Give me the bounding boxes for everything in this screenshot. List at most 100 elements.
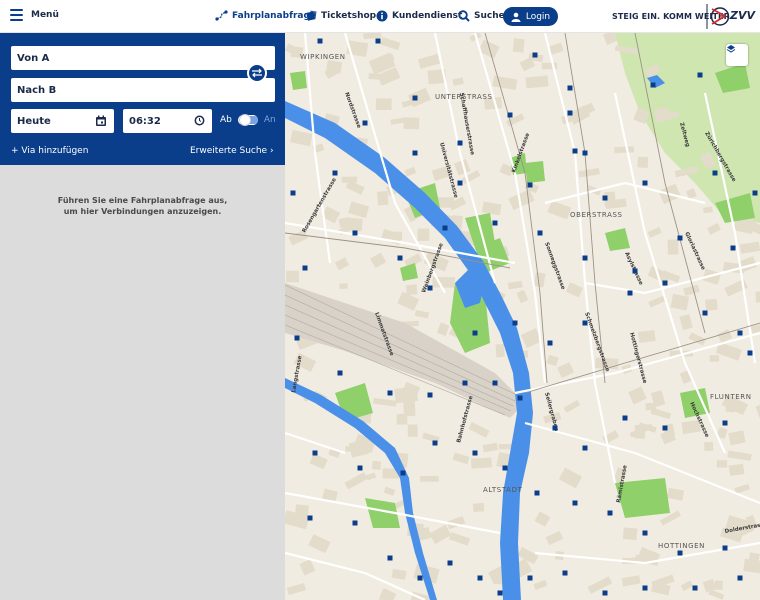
stop-marker[interactable] — [547, 340, 553, 346]
stop-marker[interactable] — [622, 415, 628, 421]
stop-marker[interactable] — [752, 190, 758, 196]
stop-marker[interactable] — [747, 350, 753, 356]
stop-marker[interactable] — [302, 265, 308, 271]
advanced-search-link[interactable]: Erweiterte Suche › — [190, 146, 274, 156]
login-button[interactable]: Login — [503, 7, 558, 26]
stop-marker[interactable] — [677, 235, 683, 241]
building-block — [417, 228, 430, 241]
stop-marker[interactable] — [582, 255, 588, 261]
map-view[interactable]: Rosengartenstrasse Nordstrasse Schaffhause… — [285, 33, 760, 600]
menu-button[interactable]: Menü — [10, 9, 59, 21]
stop-marker[interactable] — [534, 490, 540, 496]
stop-marker[interactable] — [427, 392, 433, 398]
to-field[interactable]: Nach B — [11, 78, 275, 102]
date-field[interactable]: Heute — [11, 109, 114, 133]
stop-marker[interactable] — [692, 585, 698, 591]
stop-marker[interactable] — [387, 390, 393, 396]
stop-marker[interactable] — [632, 268, 638, 274]
stop-marker[interactable] — [307, 515, 313, 521]
stop-marker[interactable] — [582, 445, 588, 451]
nav-suche[interactable]: Suche — [458, 10, 505, 22]
stop-marker[interactable] — [412, 150, 418, 156]
nav-fahrplanabfrage[interactable]: Fahrplanabfrage — [215, 10, 316, 21]
stop-marker[interactable] — [527, 575, 533, 581]
stop-marker[interactable] — [627, 290, 633, 296]
stop-marker[interactable] — [375, 38, 381, 44]
stop-marker[interactable] — [472, 450, 478, 456]
stop-marker[interactable] — [447, 560, 453, 566]
stop-marker[interactable] — [512, 320, 518, 326]
stop-marker[interactable] — [507, 112, 513, 118]
stop-marker[interactable] — [492, 220, 498, 226]
stop-marker[interactable] — [602, 195, 608, 201]
stop-marker[interactable] — [572, 148, 578, 154]
stop-marker[interactable] — [532, 52, 538, 58]
nav-kundendienst[interactable]: Kundendienst — [376, 10, 462, 22]
building-block — [377, 191, 389, 206]
stop-marker[interactable] — [432, 440, 438, 446]
stop-marker[interactable] — [527, 182, 533, 188]
mode-toggle[interactable] — [237, 114, 258, 126]
stop-marker[interactable] — [642, 530, 648, 536]
stop-marker[interactable] — [537, 230, 543, 236]
stop-marker[interactable] — [722, 545, 728, 551]
stop-marker[interactable] — [294, 335, 300, 341]
stop-marker[interactable] — [337, 370, 343, 376]
stop-marker[interactable] — [572, 500, 578, 506]
stop-marker[interactable] — [400, 470, 406, 476]
stop-marker[interactable] — [737, 330, 743, 336]
stop-marker[interactable] — [357, 465, 363, 471]
stop-marker[interactable] — [662, 425, 668, 431]
stop-marker[interactable] — [562, 570, 568, 576]
stop-marker[interactable] — [650, 82, 656, 88]
stop-marker[interactable] — [642, 585, 648, 591]
stop-marker[interactable] — [457, 180, 463, 186]
stop-marker[interactable] — [442, 225, 448, 231]
stop-marker[interactable] — [702, 310, 708, 316]
stop-marker[interactable] — [582, 150, 588, 156]
stop-marker[interactable] — [332, 170, 338, 176]
stop-marker[interactable] — [677, 550, 683, 556]
stop-marker[interactable] — [397, 255, 403, 261]
stop-marker[interactable] — [607, 510, 613, 516]
stop-marker[interactable] — [712, 170, 718, 176]
building-block — [366, 472, 377, 481]
stop-marker[interactable] — [497, 590, 503, 596]
stop-marker[interactable] — [457, 140, 463, 146]
stop-marker[interactable] — [317, 38, 323, 44]
stop-marker[interactable] — [602, 590, 608, 596]
stop-marker[interactable] — [352, 520, 358, 526]
stop-marker[interactable] — [567, 110, 573, 116]
stop-marker[interactable] — [290, 190, 296, 196]
stop-marker[interactable] — [477, 575, 483, 581]
stop-marker[interactable] — [472, 330, 478, 336]
stop-marker[interactable] — [427, 285, 433, 291]
stop-marker[interactable] — [730, 245, 736, 251]
map-canvas[interactable]: RosengartenstrasseNordstrasse Schaffhause… — [285, 33, 760, 600]
stop-marker[interactable] — [492, 380, 498, 386]
nav-ticketshop[interactable]: Ticketshop — [306, 10, 376, 21]
stop-marker[interactable] — [352, 230, 358, 236]
stop-marker[interactable] — [722, 420, 728, 426]
add-via-link[interactable]: + Via hinzufügen — [11, 146, 88, 156]
stop-marker[interactable] — [737, 575, 743, 581]
stop-marker[interactable] — [662, 280, 668, 286]
time-field[interactable]: 06:32 — [123, 109, 212, 133]
swap-button[interactable] — [247, 63, 267, 83]
from-field[interactable]: Von A — [11, 46, 275, 70]
stop-marker[interactable] — [642, 180, 648, 186]
stop-marker[interactable] — [412, 95, 418, 101]
stop-marker[interactable] — [387, 555, 393, 561]
stop-marker[interactable] — [417, 575, 423, 581]
map-layers-button[interactable] — [726, 44, 748, 66]
stop-marker[interactable] — [567, 85, 573, 91]
stop-marker[interactable] — [502, 465, 508, 471]
stop-marker[interactable] — [697, 72, 703, 78]
stop-marker[interactable] — [517, 395, 523, 401]
stop-marker[interactable] — [312, 450, 318, 456]
zvv-logo[interactable]: ZVV — [706, 4, 755, 29]
stop-marker[interactable] — [462, 380, 468, 386]
stop-marker[interactable] — [552, 425, 558, 431]
stop-marker[interactable] — [362, 120, 368, 126]
stop-marker[interactable] — [582, 320, 588, 326]
